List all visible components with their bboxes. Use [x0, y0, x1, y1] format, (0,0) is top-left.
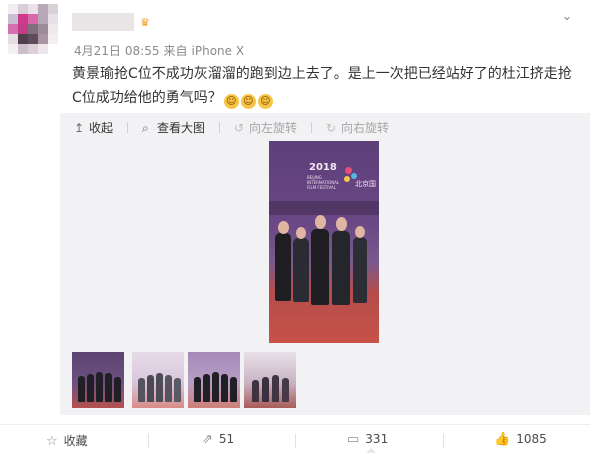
post-time[interactable]: 08:55 — [125, 44, 160, 58]
post-source-prefix: 来自 — [163, 44, 188, 58]
person-figure — [275, 233, 291, 301]
collapse-label: 收起 — [89, 121, 114, 135]
like-button[interactable]: 👍 1085 — [494, 432, 547, 447]
person-figure — [311, 229, 329, 305]
festival-logo-dot — [351, 173, 357, 179]
person-head — [336, 217, 347, 231]
toolbar-divider — [127, 122, 129, 133]
view-large-button[interactable]: ⌕ 查看大图 — [142, 119, 205, 136]
username-redacted[interactable] — [72, 13, 134, 31]
thumbnail-3[interactable] — [188, 352, 240, 408]
thumbnail-2[interactable] — [132, 352, 184, 408]
rotate-right-label: 向右旋转 — [341, 121, 390, 135]
action-divider — [148, 434, 149, 448]
post-date[interactable]: 4月21日 — [74, 44, 121, 58]
view-large-label: 查看大图 — [157, 121, 206, 135]
person-figure — [353, 237, 367, 303]
post-source[interactable]: iPhone X — [192, 44, 245, 58]
comment-icon: ▭ — [347, 432, 360, 447]
magnifier-icon: ⌕ — [142, 121, 149, 135]
laugh-cry-emoji: ☺ — [240, 94, 256, 109]
festival-logo-dot — [344, 176, 350, 182]
vip-crown-icon[interactable]: ♛ — [140, 16, 160, 30]
person-head — [315, 215, 326, 229]
comment-active-caret — [366, 448, 376, 453]
toolbar-divider — [311, 122, 313, 133]
chevron-down-icon[interactable]: ⌄ — [558, 8, 576, 26]
repost-icon: ⇗ — [202, 432, 213, 447]
comment-count: 331 — [365, 432, 389, 446]
thumbs-up-icon: 👍 — [494, 432, 511, 447]
rotate-left-button[interactable]: ↺ 向左旋转 — [234, 119, 297, 136]
comment-button[interactable]: ▭ 331 — [347, 432, 388, 447]
person-head — [278, 221, 289, 234]
action-bar: ☆ 收藏 ⇗ 51 ▭ 331 👍 1085 — [0, 424, 590, 456]
photo-sign-sub: BEIJING INTERNATIONAL FILM FESTIVAL — [307, 175, 340, 190]
laugh-cry-emoji: ☺ — [257, 94, 273, 109]
person-figure — [332, 231, 350, 305]
arrow-up-icon: ↥ — [74, 121, 85, 135]
repost-button[interactable]: ⇗ 51 — [202, 432, 234, 447]
person-head — [296, 227, 306, 239]
main-photo[interactable]: 2018 BEIJING INTERNATIONAL FILM FESTIVAL… — [269, 141, 379, 343]
rotate-left-icon: ↺ — [234, 121, 245, 135]
post-meta: 4月21日 08:55 来自 iPhone X — [74, 42, 248, 59]
photographers-row — [269, 201, 379, 215]
like-count: 1085 — [516, 432, 547, 446]
photo-sign-right: 北京国 — [355, 180, 376, 188]
media-toolbar: ↥ 收起 ⌕ 查看大图 ↺ 向左旋转 ↻ 向右旋转 — [74, 119, 403, 137]
action-divider — [295, 434, 296, 448]
star-icon: ☆ — [46, 434, 58, 449]
person-head — [355, 226, 365, 238]
rotate-right-button[interactable]: ↻ 向右旋转 — [326, 119, 389, 136]
post-text: 黄景瑜抢C位不成功灰溜溜的跑到边上去了。是上一次把已经站好了的杜江挤走抢C位成功… — [72, 62, 572, 110]
photo-sign-year: 2018 — [309, 162, 337, 173]
post-body: 黄景瑜抢C位不成功灰溜溜的跑到边上去了。是上一次把已经站好了的杜江挤走抢C位成功… — [72, 66, 572, 106]
favorite-label: 收藏 — [63, 434, 88, 448]
rotate-left-label: 向左旋转 — [249, 121, 298, 135]
thumbnail-4[interactable] — [244, 352, 296, 408]
collapse-button[interactable]: ↥ 收起 — [74, 119, 113, 136]
repost-count: 51 — [218, 432, 235, 446]
rotate-right-icon: ↻ — [326, 121, 337, 135]
toolbar-divider — [219, 122, 221, 133]
laugh-cry-emoji: ☺ — [223, 94, 239, 109]
favorite-button[interactable]: ☆ 收藏 — [46, 432, 88, 449]
thumbnail-1[interactable] — [72, 352, 124, 408]
avatar[interactable] — [8, 4, 66, 62]
action-divider — [443, 434, 444, 448]
person-figure — [293, 238, 309, 302]
